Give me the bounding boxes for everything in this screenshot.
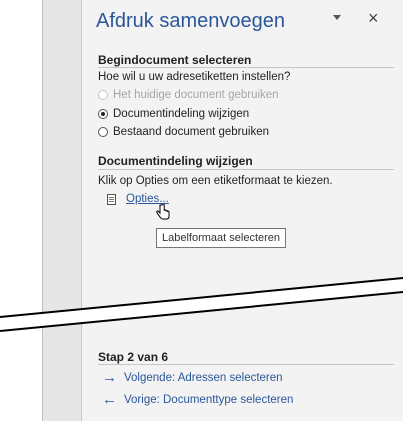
close-icon[interactable]: × — [368, 8, 379, 28]
radio-label[interactable]: Documentindeling wijzigen — [113, 108, 249, 120]
mail-merge-pane: Afdruk samenvoegen × Begindocument selec… — [82, 0, 403, 421]
options-instruction: Klik op Opties om een etiketformaat te k… — [98, 175, 333, 187]
document-canvas — [0, 0, 81, 421]
radio-label[interactable]: Bestaand document gebruiken — [113, 126, 269, 138]
section-heading-start-document: Begindocument selecteren — [98, 53, 252, 67]
section-divider — [98, 169, 394, 170]
arrow-left-icon: ← — [102, 391, 117, 408]
radio-use-existing-document[interactable]: Bestaand document gebruiken — [98, 126, 269, 138]
next-step-link[interactable]: → Volgende: Adressen selecteren — [102, 369, 283, 386]
previous-step-link[interactable]: ← Vorige: Documenttype selecteren — [102, 391, 293, 408]
radio-button — [98, 90, 108, 100]
setup-question: Hoe wil u uw adresetiketten instellen? — [98, 71, 291, 83]
radio-use-current-document: Het huidige document gebruiken — [98, 89, 279, 101]
pane-title: Afdruk samenvoegen — [96, 10, 286, 32]
radio-label: Het huidige document gebruiken — [113, 89, 279, 101]
section-heading-change-layout: Documentindeling wijzigen — [98, 154, 253, 168]
radio-button[interactable] — [98, 109, 108, 119]
radio-button[interactable] — [98, 127, 108, 137]
next-step-label[interactable]: Volgende: Adressen selecteren — [124, 372, 283, 384]
arrow-right-icon: → — [102, 369, 117, 386]
tooltip: Labelformaat selecteren — [156, 228, 287, 248]
mail-merge-screen: Afdruk samenvoegen × Begindocument selec… — [0, 0, 403, 421]
step-indicator: Stap 2 van 6 — [98, 350, 169, 364]
section-divider — [98, 67, 394, 68]
hand-pointer-icon — [156, 204, 170, 220]
section-divider — [98, 364, 394, 365]
radio-change-document-layout[interactable]: Documentindeling wijzigen — [98, 108, 249, 120]
chevron-down-icon[interactable] — [333, 15, 341, 20]
document-page[interactable] — [0, 0, 43, 421]
previous-step-label[interactable]: Vorige: Documenttype selecteren — [124, 394, 293, 406]
document-icon — [107, 193, 116, 205]
